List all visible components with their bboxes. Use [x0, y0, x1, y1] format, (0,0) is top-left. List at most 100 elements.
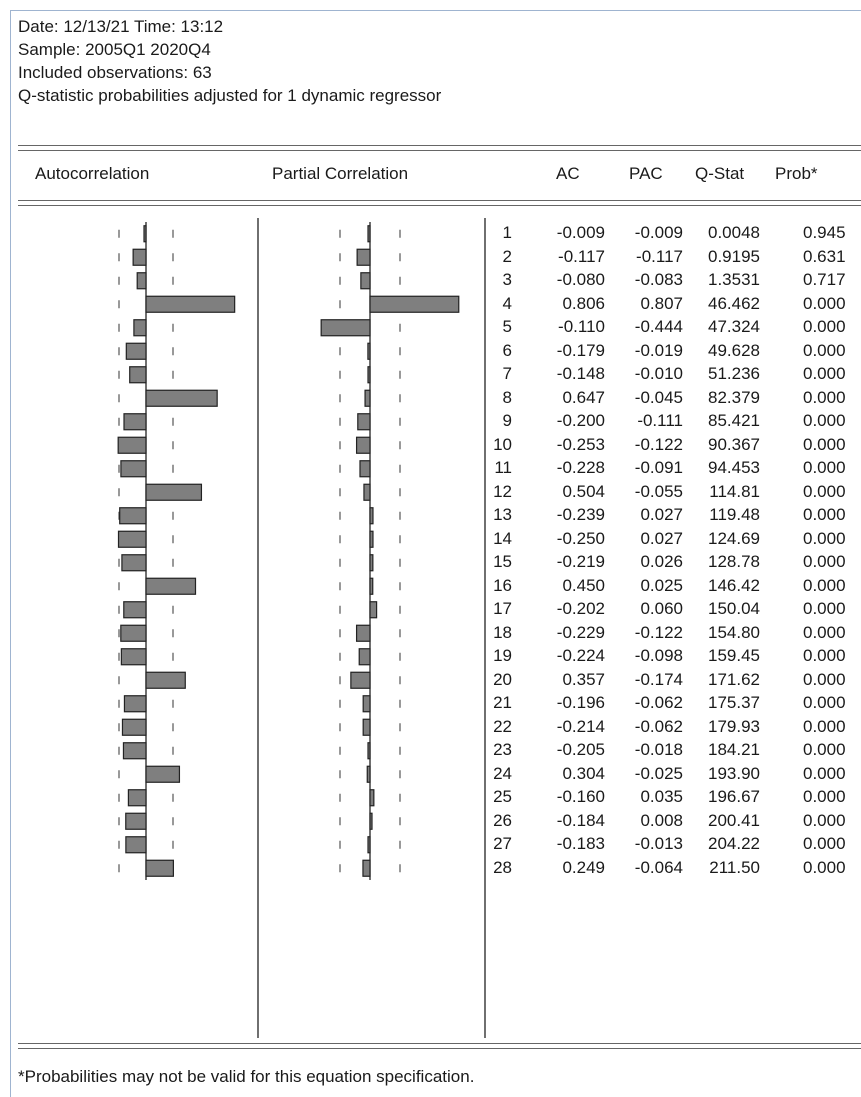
ac-cell: -0.160 — [556, 787, 605, 806]
ac-bar — [125, 836, 147, 854]
ac-cell: -0.080 — [556, 270, 605, 289]
qstat-cell: 114.81 — [709, 481, 760, 501]
lag-cell: 9 — [502, 411, 512, 430]
pac-cell: -0.083 — [634, 270, 683, 289]
ac-cell: -0.239 — [556, 505, 605, 524]
ac-cell: -0.184 — [556, 810, 605, 830]
pac-cell: -0.444 — [634, 317, 683, 336]
ac-cell: -0.117 — [558, 246, 605, 266]
ac-bar — [125, 812, 147, 830]
qstat-cell: 184.21 — [708, 740, 760, 759]
qstat-cell: 150.04 — [708, 599, 760, 618]
qstat-cell: 146.42 — [708, 575, 760, 595]
pac-bar — [364, 389, 371, 407]
qstat-cell: 200.41 — [708, 810, 760, 830]
qstat-cell: 94.453 — [708, 458, 760, 477]
ac-cell: -0.200 — [556, 411, 605, 430]
qstat-cell: 211.50 — [709, 857, 760, 877]
ac-bar — [145, 295, 236, 313]
lag-cell: 21 — [493, 693, 512, 712]
pac-bar — [366, 765, 371, 783]
pac-bar — [358, 648, 371, 666]
pac-cell: -0.018 — [634, 740, 683, 759]
pac-bar — [369, 577, 374, 595]
pac-cell: -0.062 — [634, 716, 683, 736]
qstat-cell: 82.379 — [708, 387, 760, 407]
prob-cell: 0.000 — [803, 575, 846, 595]
pac-bar — [350, 671, 371, 689]
ac-cell: -0.228 — [556, 458, 605, 477]
ac-cell: -0.148 — [556, 364, 605, 383]
pac-bar — [357, 413, 371, 431]
lag-cell: 17 — [493, 599, 512, 618]
lag-cell: 8 — [502, 387, 512, 407]
ac-cell: -0.009 — [556, 223, 605, 242]
ac-bar — [129, 366, 147, 384]
lag-cell: 14 — [493, 528, 512, 548]
prob-cell: 0.000 — [803, 317, 846, 336]
pac-cell: 0.060 — [640, 599, 683, 618]
ac-bar — [123, 601, 147, 619]
lag-cell: 20 — [493, 669, 512, 689]
lag-cell: 13 — [493, 505, 512, 524]
ac-cell: -0.205 — [556, 740, 605, 759]
pac-cell: -0.009 — [634, 223, 683, 242]
prob-cell: 0.000 — [803, 763, 846, 783]
prob-cell: 0.000 — [803, 364, 846, 383]
ac-cell: -0.202 — [556, 599, 605, 618]
qstat-cell: 159.45 — [708, 646, 760, 665]
prob-cell: 0.000 — [803, 481, 846, 501]
lag-cell: 18 — [493, 622, 512, 642]
lag-cell: 15 — [493, 552, 512, 571]
pac-bar — [369, 554, 374, 572]
pac-bar — [367, 342, 371, 360]
prob-cell: 0.000 — [803, 411, 846, 430]
pac-bar — [369, 812, 373, 830]
prob-cell: 0.000 — [803, 669, 846, 689]
ac-bar — [145, 577, 197, 595]
prob-cell: 0.000 — [803, 340, 846, 360]
lag-cell: 5 — [502, 317, 512, 336]
pac-cell: 0.026 — [640, 552, 683, 571]
pac-bar — [369, 295, 460, 313]
pac-cell: -0.062 — [634, 693, 683, 712]
ac-bar — [117, 436, 147, 454]
ac-bar — [133, 319, 147, 337]
pac-cell: -0.174 — [634, 669, 683, 689]
pac-bar — [367, 742, 371, 760]
pac-cell: -0.117 — [636, 246, 683, 266]
ac-bar — [132, 248, 147, 266]
ac-cell: -0.110 — [558, 317, 605, 336]
pac-bar — [359, 460, 371, 478]
ac-cell: 0.249 — [562, 857, 605, 877]
ac-bar — [125, 342, 147, 360]
pac-bar — [355, 624, 371, 642]
prob-cell: 0.000 — [803, 693, 846, 712]
qstat-cell: 0.0048 — [708, 223, 760, 242]
lag-cell: 12 — [493, 481, 512, 501]
pac-bar — [362, 718, 371, 736]
ac-cell: -0.250 — [556, 528, 605, 548]
qstat-cell: 171.62 — [708, 669, 760, 689]
pac-bar — [367, 225, 371, 243]
pac-bar — [360, 272, 371, 290]
lag-cell: 23 — [493, 740, 512, 759]
ac-cell: -0.179 — [556, 340, 605, 360]
lag-cell: 2 — [502, 246, 512, 266]
lag-cell: 22 — [493, 716, 512, 736]
qstat-cell: 1.3531 — [708, 270, 760, 289]
ac-bar — [122, 742, 147, 760]
pac-cell: 0.027 — [640, 505, 683, 524]
ac-bar — [145, 483, 203, 501]
ac-cell: 0.806 — [562, 293, 605, 313]
qstat-cell: 196.67 — [708, 787, 760, 806]
lag-cell: 24 — [493, 763, 512, 783]
qstat-cell: 90.367 — [708, 434, 760, 454]
qstat-cell: 47.324 — [708, 317, 760, 336]
pac-cell: 0.035 — [640, 787, 683, 806]
pac-bar — [369, 789, 375, 807]
pac-cell: -0.122 — [634, 622, 683, 642]
ac-bar — [119, 507, 147, 525]
pac-bar — [367, 366, 371, 384]
prob-cell: 0.000 — [803, 646, 846, 665]
